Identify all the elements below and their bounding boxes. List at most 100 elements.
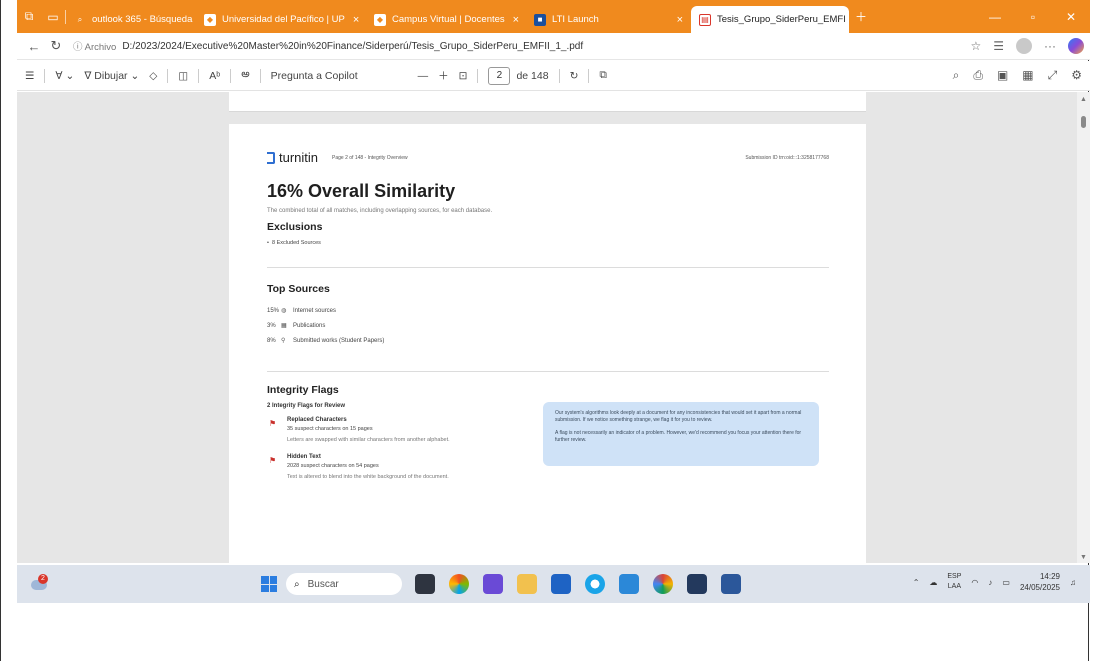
scroll-up-icon[interactable]: ▲ <box>1080 96 1087 103</box>
address-bar: ← ↻ ⓘ Archivo D:/2023/2024/Executive%20M… <box>17 33 1090 60</box>
profile-avatar-icon[interactable] <box>1016 38 1032 54</box>
tab-label: Tesis_Grupo_SiderPeru_EMFI <box>717 14 846 25</box>
turnitin-logo: turnitin <box>267 150 318 165</box>
settings-gear-icon[interactable]: ⚙ <box>1071 68 1082 83</box>
lti-icon: ■ <box>534 13 546 26</box>
exclusions-heading: Exclusions <box>267 221 323 233</box>
read-aloud-icon[interactable]: Aᵇ <box>209 70 220 82</box>
refresh-icon[interactable]: ↻ <box>45 38 67 54</box>
toolbar-divider <box>167 68 169 83</box>
source-row-submitted: 8% ⚲ Submitted works (Student Papers) <box>267 337 384 345</box>
clock[interactable]: 14:29 24/05/2025 <box>1020 571 1060 593</box>
wifi-icon[interactable]: ◠ <box>971 578 978 587</box>
onedrive-icon[interactable]: ☁ <box>929 578 937 587</box>
rotate-icon[interactable]: ↻ <box>570 70 579 82</box>
toolbar-divider <box>198 68 200 83</box>
previous-page-edge <box>229 92 866 112</box>
notifications-bell-icon[interactable]: ♫ <box>1070 578 1076 587</box>
new-tab-button[interactable]: ＋ <box>849 0 873 33</box>
close-icon[interactable]: × <box>513 14 519 26</box>
close-icon[interactable]: × <box>677 14 683 26</box>
maximize-icon[interactable]: ▫ <box>1014 10 1052 24</box>
close-window-icon[interactable]: ✕ <box>1052 10 1090 24</box>
taskbar-apps <box>415 574 741 594</box>
contents-list-icon[interactable]: ☰ <box>25 70 34 82</box>
file-explorer-icon[interactable] <box>517 574 537 594</box>
word-icon[interactable] <box>721 574 741 594</box>
globe-icon: ◍ <box>281 308 287 314</box>
close-icon[interactable]: × <box>353 14 359 26</box>
battery-icon[interactable]: ▭ <box>1002 578 1010 587</box>
start-windows-icon[interactable] <box>261 576 277 592</box>
scroll-down-icon[interactable]: ▼ <box>1080 554 1087 561</box>
tab-bar: ⧉ ▭ ⌕ outlook 365 - Búsqueda × ◆ Univers… <box>17 0 1090 33</box>
favorite-star-icon[interactable]: ☆ <box>970 39 981 53</box>
zoom-app-icon[interactable] <box>687 574 707 594</box>
task-view-icon[interactable] <box>415 574 435 594</box>
pdf-icon: ▤ <box>699 13 711 26</box>
address-bar-actions: ☆ ☰ ··· <box>970 38 1084 54</box>
tab-outlook-search[interactable]: ⌕ outlook 365 - Búsqueda × <box>66 6 196 33</box>
flag-count: 2028 suspect characters on 54 pages <box>287 463 379 469</box>
workspaces-icon[interactable]: ⧉ <box>17 0 41 33</box>
tab-label: outlook 365 - Búsqueda <box>92 14 193 25</box>
page-view-icon[interactable]: ◫ <box>178 70 188 82</box>
notification-badge: 2 <box>38 574 48 584</box>
copilot-icon[interactable] <box>1068 38 1084 54</box>
source-label: Publications <box>293 322 326 329</box>
info-paragraph: Our system's algorithms look deeply at a… <box>555 410 802 423</box>
eraser-icon[interactable]: ◇ <box>149 70 157 82</box>
toolbar-divider <box>477 68 479 83</box>
flag-detail: Text is altered to blend into the white … <box>287 474 449 480</box>
vertical-scrollbar[interactable]: ▲ ▼ <box>1077 92 1090 563</box>
zoom-in-icon[interactable]: ＋ <box>438 68 449 83</box>
minimize-icon[interactable]: — <box>976 10 1014 24</box>
tab-actions-icon[interactable]: ▭ <box>41 0 65 33</box>
back-arrow-icon[interactable]: ← <box>23 39 45 54</box>
ask-copilot-button[interactable]: Pregunta a Copilot <box>271 70 358 82</box>
taskbar-search[interactable]: ⌕ Buscar <box>286 573 402 595</box>
save-icon[interactable]: ▣ <box>997 68 1008 83</box>
two-page-view-icon[interactable]: ⧉ <box>599 69 607 82</box>
tab-lti-launch[interactable]: ■ LTI Launch × <box>526 6 691 33</box>
integrity-info-box: Our system's algorithms look deeply at a… <box>543 402 819 466</box>
edge-icon[interactable] <box>585 574 605 594</box>
user-icon: ⚲ <box>281 338 286 344</box>
tab-tesis-pdf[interactable]: ▤ Tesis_Grupo_SiderPeru_EMFI × <box>691 6 849 33</box>
highlight-icon[interactable]: ∀ ⌄ <box>55 70 74 82</box>
teams-icon[interactable] <box>483 574 503 594</box>
tab-universidad[interactable]: ◆ Universidad del Pacífico | UP × <box>196 6 366 33</box>
toolbar-divider <box>44 68 46 83</box>
fullscreen-icon[interactable]: ⤢ <box>1048 68 1058 83</box>
system-tray: ⌃ ☁ ESP LAA ◠ ♪ ▭ 14:29 24/05/2025 ♫ <box>913 571 1076 593</box>
clock-date: 24/05/2025 <box>1019 583 1060 592</box>
print-icon[interactable]: ⎙ <box>973 68 983 83</box>
mail-icon[interactable] <box>619 574 639 594</box>
exclusions-item-text: 8 Excluded Sources <box>271 240 321 246</box>
language-indicator[interactable]: ESP LAA <box>947 572 961 592</box>
chevron-up-icon[interactable]: ⌃ <box>913 578 920 587</box>
pdf-toolbar-right: ⌕ ⎙ ▣ ▦ ⤢ ⚙ <box>953 68 1082 83</box>
flag-icon: ⚑ <box>269 456 277 465</box>
url-field[interactable]: ⓘ Archivo D:/2023/2024/Executive%20Maste… <box>73 39 970 54</box>
search-icon[interactable]: ⌕ <box>953 68 960 83</box>
scrollbar-thumb[interactable] <box>1081 116 1086 128</box>
zoom-out-icon[interactable]: — <box>418 70 429 82</box>
save-as-icon[interactable]: ▦ <box>1022 68 1033 83</box>
toolbar-divider <box>588 68 590 83</box>
copilot-app-icon[interactable] <box>449 574 469 594</box>
file-info-chip[interactable]: ⓘ Archivo <box>73 39 116 53</box>
exclusions-item: • 8 Excluded Sources <box>267 240 321 246</box>
draw-button[interactable]: ∇ Dibujar ⌄ <box>84 70 139 82</box>
translate-icon[interactable]: అ <box>241 68 249 83</box>
store-icon[interactable] <box>551 574 571 594</box>
tab-campus-virtual[interactable]: ◆ Campus Virtual | Docentes × <box>366 6 526 33</box>
volume-icon[interactable]: ♪ <box>988 578 992 587</box>
page-number-input[interactable]: 2 <box>488 66 511 85</box>
more-options-icon[interactable]: ··· <box>1044 39 1056 53</box>
source-label: Internet sources <box>293 307 337 314</box>
chrome-icon[interactable] <box>653 574 673 594</box>
favorites-list-icon[interactable]: ☰ <box>993 39 1004 53</box>
fit-page-icon[interactable]: ⊡ <box>459 70 468 82</box>
weather-widget[interactable]: 2 <box>29 574 51 594</box>
